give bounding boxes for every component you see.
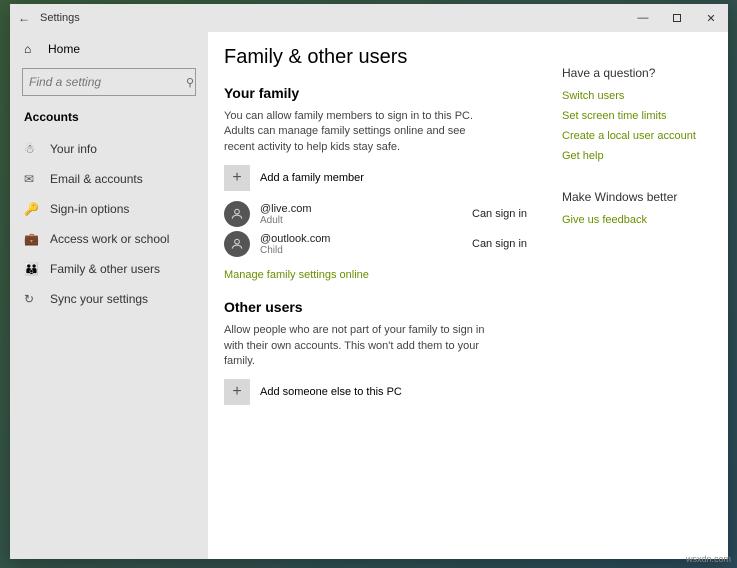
briefcase-icon: 💼 <box>24 232 38 246</box>
maximize-button[interactable] <box>660 4 694 32</box>
family-member-row[interactable]: @live.com Adult Can sign in <box>224 201 552 227</box>
add-family-member-button[interactable]: + Add a family member <box>224 165 552 191</box>
member-status: Can sign in <box>472 208 552 220</box>
sidebar-item-label: Sign-in options <box>50 202 129 216</box>
avatar-icon <box>224 231 250 257</box>
manage-family-link[interactable]: Manage family settings online <box>224 269 369 281</box>
search-box[interactable]: ⚲ <box>22 68 196 96</box>
mail-icon: ✉ <box>24 172 38 186</box>
back-button[interactable]: ← <box>10 11 38 25</box>
plus-icon: + <box>224 379 250 405</box>
add-other-label: Add someone else to this PC <box>260 386 402 398</box>
sidebar: ⌂ Home ⚲ Accounts ☃ Your info ✉ Email & … <box>10 32 208 559</box>
titlebar: ← Settings — ✕ <box>10 4 728 32</box>
watermark: wsxdn.com <box>686 554 731 564</box>
sidebar-item-email-accounts[interactable]: ✉ Email & accounts <box>10 164 208 194</box>
search-icon: ⚲ <box>186 76 194 89</box>
family-member-row[interactable]: @outlook.com Child Can sign in <box>224 231 552 257</box>
close-button[interactable]: ✕ <box>694 4 728 32</box>
main-area: Family & other users Your family You can… <box>208 32 728 559</box>
sidebar-item-label: Access work or school <box>50 232 169 246</box>
sidebar-item-label: Your info <box>50 142 97 156</box>
page-title: Family & other users <box>224 46 552 69</box>
minimize-button[interactable]: — <box>626 4 660 32</box>
help-link-screen-time[interactable]: Set screen time limits <box>562 110 712 122</box>
add-family-label: Add a family member <box>260 172 364 184</box>
category-heading: Accounts <box>10 106 208 134</box>
member-info: @outlook.com Child <box>260 233 472 256</box>
settings-window: ← Settings — ✕ ⌂ Home ⚲ Accounts ☃ Your … <box>10 4 728 559</box>
member-role: Adult <box>260 215 472 226</box>
help-link-get-help[interactable]: Get help <box>562 150 712 162</box>
plus-icon: + <box>224 165 250 191</box>
search-input[interactable] <box>29 75 186 89</box>
sidebar-item-family-other-users[interactable]: 👪 Family & other users <box>10 254 208 284</box>
add-other-user-button[interactable]: + Add someone else to this PC <box>224 379 552 405</box>
sidebar-item-label: Sync your settings <box>50 292 148 306</box>
sidebar-item-label: Email & accounts <box>50 172 143 186</box>
make-better-heading: Make Windows better <box>562 190 712 204</box>
help-link-local-account[interactable]: Create a local user account <box>562 130 712 142</box>
sidebar-item-access-work-school[interactable]: 💼 Access work or school <box>10 224 208 254</box>
window-title: Settings <box>40 12 80 24</box>
sidebar-item-your-info[interactable]: ☃ Your info <box>10 134 208 164</box>
feedback-link[interactable]: Give us feedback <box>562 214 712 226</box>
sidebar-item-label: Family & other users <box>50 262 160 276</box>
have-question-heading: Have a question? <box>562 66 712 80</box>
help-link-switch-users[interactable]: Switch users <box>562 90 712 102</box>
home-icon: ⌂ <box>24 42 38 56</box>
sidebar-item-sync-settings[interactable]: ↻ Sync your settings <box>10 284 208 314</box>
member-info: @live.com Adult <box>260 203 472 226</box>
content: Family & other users Your family You can… <box>224 46 562 545</box>
sidebar-item-signin-options[interactable]: 🔑 Sign-in options <box>10 194 208 224</box>
user-icon: ☃ <box>24 142 38 156</box>
home-link[interactable]: ⌂ Home <box>10 36 208 62</box>
member-status: Can sign in <box>472 238 552 250</box>
your-family-heading: Your family <box>224 85 552 101</box>
sync-icon: ↻ <box>24 292 38 306</box>
member-email: @live.com <box>260 203 472 215</box>
your-family-desc: You can allow family members to sign in … <box>224 109 494 155</box>
avatar-icon <box>224 201 250 227</box>
body: ⌂ Home ⚲ Accounts ☃ Your info ✉ Email & … <box>10 32 728 559</box>
home-label: Home <box>48 42 80 56</box>
key-icon: 🔑 <box>24 202 38 216</box>
member-email: @outlook.com <box>260 233 472 245</box>
family-icon: 👪 <box>24 262 38 276</box>
help-panel: Have a question? Switch users Set screen… <box>562 46 712 545</box>
member-role: Child <box>260 245 472 256</box>
other-users-desc: Allow people who are not part of your fa… <box>224 323 494 369</box>
window-controls: — ✕ <box>626 4 728 32</box>
other-users-heading: Other users <box>224 299 552 315</box>
